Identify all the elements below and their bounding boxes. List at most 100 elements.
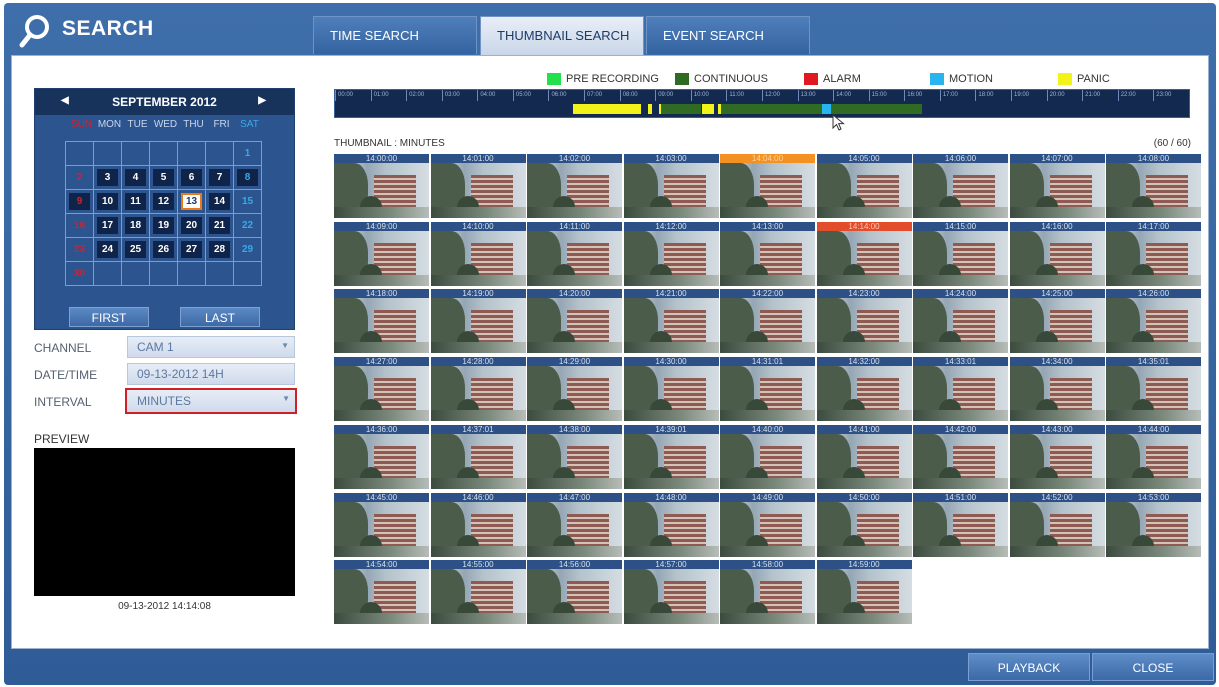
thumbnail[interactable]: 14:15:00	[913, 221, 1008, 286]
thumbnail[interactable]: 14:10:00	[430, 221, 526, 286]
thumbnail[interactable]: 14:40:00	[720, 424, 815, 489]
calendar-day[interactable]: 17	[94, 214, 122, 238]
datetime-field[interactable]: 09-13-2012 14H	[127, 363, 295, 385]
calendar-day[interactable]: 26	[150, 238, 178, 262]
channel-select[interactable]: CAM 1 ▼	[127, 336, 295, 358]
thumbnail[interactable]: 14:55:00	[430, 560, 526, 625]
calendar-day[interactable]: 9	[66, 190, 94, 214]
calendar-day[interactable]: 13	[178, 190, 206, 214]
thumbnail[interactable]: 14:36:00	[334, 424, 429, 489]
thumbnail[interactable]: 14:43:00	[1009, 424, 1105, 489]
calendar-day[interactable]: 21	[206, 214, 234, 238]
last-button[interactable]: LAST	[180, 307, 260, 327]
calendar-day[interactable]: 2	[66, 166, 94, 190]
thumbnail[interactable]: 14:09:00	[334, 221, 429, 286]
calendar-day[interactable]: 22	[234, 214, 262, 238]
thumbnail[interactable]: 14:19:00	[430, 289, 526, 354]
thumbnail[interactable]: 14:45:00	[334, 492, 429, 557]
thumbnail[interactable]: 14:49:00	[720, 492, 815, 557]
thumbnail[interactable]: 14:06:00	[913, 154, 1008, 218]
calendar-day[interactable]: 11	[122, 190, 150, 214]
calendar-day[interactable]: 24	[94, 238, 122, 262]
thumbnail[interactable]: 14:59:00	[816, 560, 912, 625]
thumbnail[interactable]: 14:16:00	[1009, 221, 1105, 286]
thumbnail[interactable]: 14:23:00	[816, 289, 912, 354]
calendar-day[interactable]: 23	[66, 238, 94, 262]
thumbnail[interactable]: 14:48:00	[623, 492, 719, 557]
calendar-day[interactable]: 3	[94, 166, 122, 190]
calendar-day[interactable]: 7	[206, 166, 234, 190]
calendar-day[interactable]: 27	[178, 238, 206, 262]
thumbnail[interactable]: 14:54:00	[334, 560, 429, 625]
thumbnail[interactable]: 14:20:00	[527, 289, 622, 354]
calendar-day[interactable]: 30	[66, 262, 94, 286]
calendar-day[interactable]: 15	[234, 190, 262, 214]
thumbnail[interactable]: 14:41:00	[816, 424, 912, 489]
calendar-day[interactable]: 10	[94, 190, 122, 214]
thumbnail[interactable]: 14:05:00	[816, 154, 912, 218]
thumbnail[interactable]: 14:22:00	[720, 289, 815, 354]
thumbnail[interactable]: 14:00:00	[334, 154, 429, 218]
timeline-bar[interactable]: 00:00 01:00 02:00 03:00 04:00 05:00 06:00 07:00…	[334, 89, 1190, 118]
thumbnail[interactable]: 14:57:00	[623, 560, 719, 625]
first-button[interactable]: FIRST	[69, 307, 149, 327]
calendar-day[interactable]: 28	[206, 238, 234, 262]
thumbnail[interactable]: 14:26:00	[1106, 289, 1201, 354]
thumbnail[interactable]: 14:32:00	[816, 357, 912, 422]
thumbnail[interactable]: 14:51:00	[913, 492, 1008, 557]
thumbnail[interactable]: 14:04:00	[720, 154, 815, 218]
thumbnail[interactable]: 14:44:00	[1106, 424, 1201, 489]
calendar-day[interactable]: 18	[122, 214, 150, 238]
thumbnail[interactable]: 14:37:01	[430, 424, 526, 489]
thumbnail[interactable]: 14:27:00	[334, 357, 429, 422]
thumbnail[interactable]: 14:03:00	[623, 154, 719, 218]
thumbnail[interactable]: 14:07:00	[1009, 154, 1105, 218]
thumbnail[interactable]: 14:34:00	[1009, 357, 1105, 422]
thumbnail[interactable]: 14:18:00	[334, 289, 429, 354]
calendar-day[interactable]: 5	[150, 166, 178, 190]
calendar-day[interactable]: 12	[150, 190, 178, 214]
calendar-day[interactable]: 16	[66, 214, 94, 238]
tab-event-search[interactable]: EVENT SEARCH	[646, 16, 810, 54]
thumbnail[interactable]: 14:46:00	[430, 492, 526, 557]
thumbnail[interactable]: 14:53:00	[1106, 492, 1201, 557]
playback-button[interactable]: PLAYBACK	[968, 653, 1090, 681]
thumbnail[interactable]: 14:31:01	[720, 357, 815, 422]
calendar-day[interactable]: 29	[234, 238, 262, 262]
calendar-day[interactable]: 20	[178, 214, 206, 238]
thumbnail[interactable]: 14:42:00	[913, 424, 1008, 489]
thumbnail[interactable]: 14:25:00	[1009, 289, 1105, 354]
thumbnail[interactable]: 14:11:00	[527, 221, 622, 286]
calendar-day[interactable]: 8	[234, 166, 262, 190]
thumbnail[interactable]: 14:50:00	[816, 492, 912, 557]
thumbnail[interactable]: 14:29:00	[527, 357, 622, 422]
thumbnail[interactable]: 14:56:00	[527, 560, 622, 625]
thumbnail[interactable]: 14:21:00	[623, 289, 719, 354]
thumbnail[interactable]: 14:35:01	[1106, 357, 1201, 422]
calendar-day[interactable]: 6	[178, 166, 206, 190]
thumbnail[interactable]: 14:28:00	[430, 357, 526, 422]
calendar-day[interactable]: 19	[150, 214, 178, 238]
calendar-day[interactable]: 4	[122, 166, 150, 190]
thumbnail[interactable]: 14:39:01	[623, 424, 719, 489]
tab-thumbnail-search[interactable]: THUMBNAIL SEARCH	[480, 16, 644, 56]
thumbnail[interactable]: 14:33:01	[913, 357, 1008, 422]
thumbnail[interactable]: 14:52:00	[1009, 492, 1105, 557]
close-button[interactable]: CLOSE	[1092, 653, 1214, 681]
calendar-day[interactable]: 14	[206, 190, 234, 214]
thumbnail[interactable]: 14:30:00	[623, 357, 719, 422]
thumbnail[interactable]: 14:08:00	[1106, 154, 1201, 218]
thumbnail[interactable]: 14:17:00	[1106, 221, 1201, 286]
thumbnail[interactable]: 14:13:00	[720, 221, 815, 286]
thumbnail[interactable]: 14:24:00	[913, 289, 1008, 354]
thumbnail[interactable]: 14:01:00	[430, 154, 526, 218]
thumbnail[interactable]: 14:38:00	[527, 424, 622, 489]
interval-select[interactable]: MINUTES ▼	[125, 388, 297, 414]
thumbnail[interactable]: 14:14:00	[816, 221, 912, 286]
calendar-day[interactable]: 1	[234, 142, 262, 166]
tab-time-search[interactable]: TIME SEARCH	[313, 16, 477, 54]
thumbnail[interactable]: 14:02:00	[527, 154, 622, 218]
calendar-day[interactable]: 25	[122, 238, 150, 262]
triangle-right-icon[interactable]: ▶	[258, 95, 266, 106]
thumbnail[interactable]: 14:12:00	[623, 221, 719, 286]
